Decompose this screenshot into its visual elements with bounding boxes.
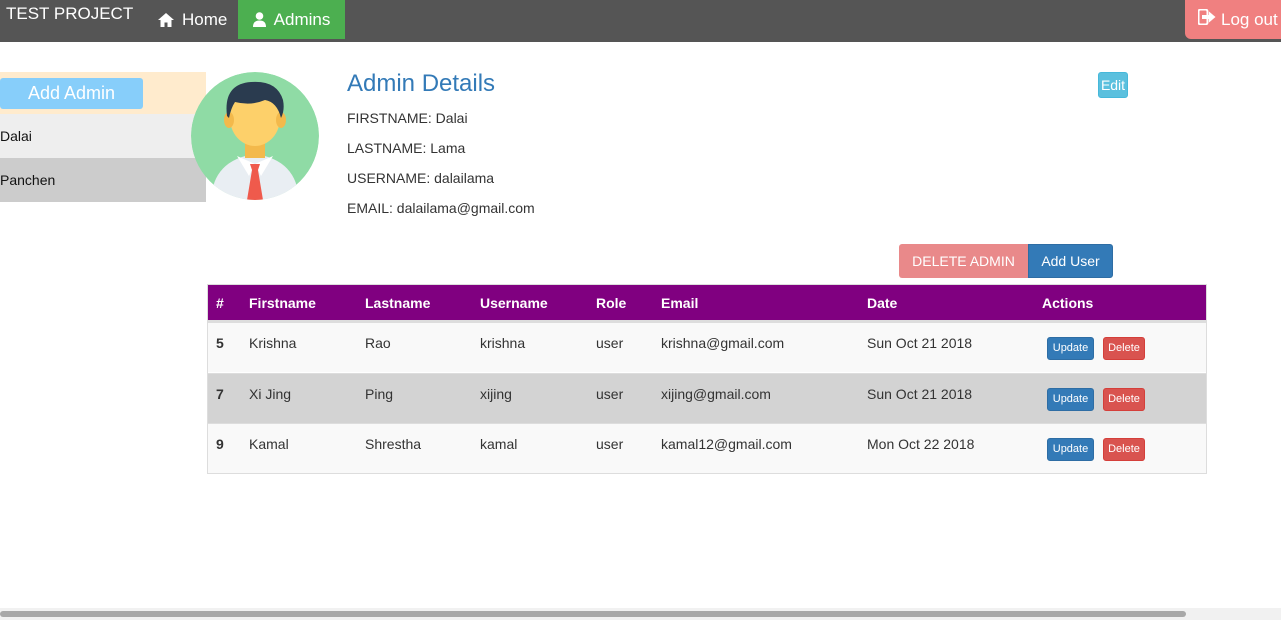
table-header: # Firstname Lastname Username Role Email… bbox=[208, 285, 1206, 322]
delete-button[interactable]: Delete bbox=[1103, 438, 1145, 461]
scrollbar-thumb[interactable] bbox=[0, 611, 1186, 617]
edit-button[interactable]: Edit bbox=[1098, 72, 1128, 98]
column-header-email: Email bbox=[661, 295, 699, 311]
column-header-firstname: Firstname bbox=[249, 295, 316, 311]
column-header-actions: Actions bbox=[1042, 295, 1094, 311]
cell-username: krishna bbox=[480, 335, 526, 351]
home-icon bbox=[158, 12, 174, 27]
users-table: # Firstname Lastname Username Role Email… bbox=[207, 284, 1207, 474]
nav-item-label: Home bbox=[182, 9, 228, 29]
admin-details-title: Admin Details bbox=[347, 70, 496, 97]
add-user-button[interactable]: Add User bbox=[1028, 244, 1113, 278]
admin-list-item[interactable]: Panchen bbox=[0, 158, 206, 202]
detail-firstname: FIRSTNAME: Dalai bbox=[347, 110, 468, 126]
delete-button[interactable]: Delete bbox=[1103, 337, 1145, 360]
nav-item-admins[interactable]: Admins bbox=[238, 0, 345, 39]
horizontal-scrollbar[interactable] bbox=[0, 608, 1281, 620]
add-admin-button[interactable]: Add Admin bbox=[0, 78, 143, 109]
top-navbar: TEST PROJECT Home Admins Log out bbox=[0, 0, 1281, 42]
table-row: 7 Xi Jing Ping xijing user xijing@gmail.… bbox=[208, 373, 1206, 423]
user-icon bbox=[252, 12, 266, 27]
avatar bbox=[191, 72, 319, 200]
table-row: 5 Krishna Rao krishna user krishna@gmail… bbox=[208, 322, 1206, 372]
update-button[interactable]: Update bbox=[1047, 438, 1094, 461]
cell-role: user bbox=[596, 436, 624, 452]
update-button[interactable]: Update bbox=[1047, 388, 1094, 411]
cell-role: user bbox=[596, 386, 624, 402]
detail-email: EMAIL: dalailama@gmail.com bbox=[347, 200, 535, 216]
table-row: 9 Kamal Shrestha kamal user kamal12@gmai… bbox=[208, 423, 1206, 473]
cell-lastname: Rao bbox=[365, 335, 391, 351]
logout-label: Log out bbox=[1221, 9, 1278, 29]
column-header-username: Username bbox=[480, 295, 548, 311]
cell-email: kamal12@gmail.com bbox=[661, 436, 792, 452]
cell-date: Sun Oct 21 2018 bbox=[867, 386, 973, 402]
cell-date: Sun Oct 21 2018 bbox=[867, 335, 973, 351]
brand-title[interactable]: TEST PROJECT bbox=[6, 4, 133, 24]
cell-date: Mon Oct 22 2018 bbox=[867, 436, 975, 452]
cell-id: 5 bbox=[216, 335, 224, 351]
cell-firstname: Xi Jing bbox=[249, 386, 292, 402]
cell-id: 9 bbox=[216, 436, 224, 452]
cell-lastname: Ping bbox=[365, 386, 394, 402]
delete-button[interactable]: Delete bbox=[1103, 388, 1145, 411]
update-button[interactable]: Update bbox=[1047, 337, 1094, 360]
cell-firstname: Kamal bbox=[249, 436, 289, 452]
nav-item-home[interactable]: Home bbox=[146, 0, 239, 39]
column-header-id: # bbox=[216, 295, 224, 311]
cell-email: xijing@gmail.com bbox=[661, 386, 771, 402]
detail-username: USERNAME: dalailama bbox=[347, 170, 495, 186]
admin-list-item[interactable]: Dalai bbox=[0, 114, 206, 158]
delete-admin-button[interactable]: DELETE ADMIN bbox=[899, 244, 1028, 278]
cell-id: 7 bbox=[216, 386, 224, 402]
nav-item-label: Admins bbox=[273, 9, 331, 29]
cell-username: xijing bbox=[480, 386, 512, 402]
column-header-role: Role bbox=[596, 295, 627, 311]
detail-lastname: LASTNAME: Lama bbox=[347, 140, 466, 156]
cell-firstname: Krishna bbox=[249, 335, 297, 351]
cell-lastname: Shrestha bbox=[365, 436, 422, 452]
column-header-date: Date bbox=[867, 295, 898, 311]
cell-email: krishna@gmail.com bbox=[661, 335, 785, 351]
cell-username: kamal bbox=[480, 436, 518, 452]
logout-button[interactable]: Log out bbox=[1185, 0, 1281, 39]
cell-role: user bbox=[596, 335, 624, 351]
column-header-lastname: Lastname bbox=[365, 295, 431, 311]
logout-icon bbox=[1197, 8, 1216, 30]
